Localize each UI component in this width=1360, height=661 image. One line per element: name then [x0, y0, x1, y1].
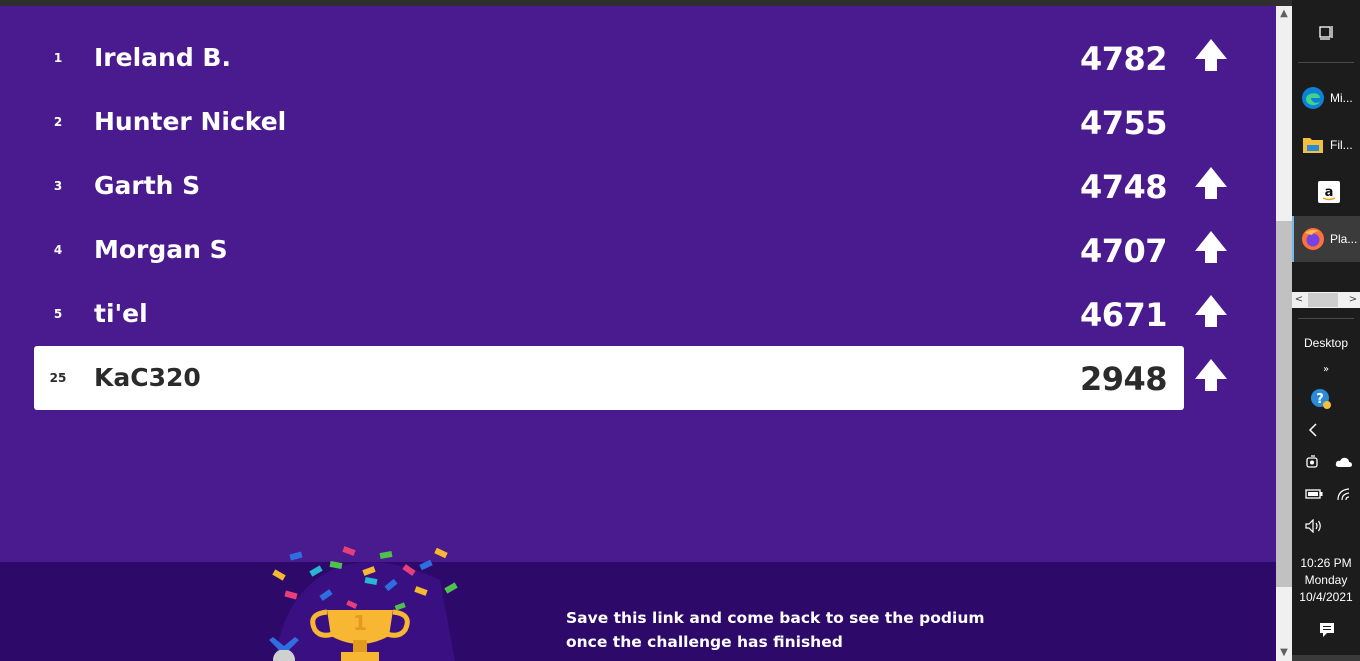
podium-message: Save this link and come back to see the …: [566, 606, 1026, 654]
rank-number: 2: [53, 115, 63, 129]
podium-message-line: once the challenge has finished: [566, 633, 843, 651]
rank-up-arrow-icon: [1194, 358, 1228, 392]
player-name: ti'el: [94, 299, 148, 328]
clock-date[interactable]: 10/4/2021: [1292, 590, 1360, 604]
quiz-leaderboard-page: 1 Ireland B. 4782 2 Hunter Nickel 4755 3…: [0, 0, 1292, 661]
rank-number: 25: [49, 371, 67, 385]
action-center-notification-icon[interactable]: [1318, 621, 1336, 639]
clock-day[interactable]: Monday: [1292, 573, 1360, 587]
player-name: Hunter Nickel: [94, 107, 287, 136]
onedrive-cloud-icon[interactable]: [1334, 454, 1354, 470]
trophy-number: 1: [353, 611, 367, 635]
svg-text:a: a: [1325, 185, 1334, 200]
scroll-down-icon[interactable]: ▼: [1276, 645, 1292, 661]
player-score: 4755: [1079, 104, 1168, 142]
scrollbar-thumb[interactable]: [1308, 293, 1338, 307]
leaderboard-list: 1 Ireland B. 4782 2 Hunter Nickel 4755 3…: [0, 26, 1276, 410]
chevron-down-icon[interactable]: »: [1320, 362, 1332, 376]
rank-up-arrow-icon: [1194, 166, 1228, 200]
leaderboard-row: 3 Garth S 4748: [34, 154, 1227, 218]
taskbar-app-file-explorer[interactable]: Fil...: [1292, 122, 1360, 168]
player-name: Garth S: [94, 171, 201, 200]
rank-number: 4: [53, 243, 63, 257]
svg-text:?: ?: [1316, 392, 1324, 407]
windows-taskbar: Mi... Fil... a Pla... < > Desktop » ? 10…: [1292, 0, 1360, 661]
wifi-icon[interactable]: [1334, 486, 1354, 502]
taskbar-app-firefox[interactable]: Pla...: [1292, 216, 1360, 262]
chevron-left-icon[interactable]: [1306, 422, 1320, 438]
player-score: 4748: [1079, 168, 1168, 206]
page-scrollbar[interactable]: ▲ ▼: [1276, 6, 1292, 661]
leaderboard-row: 5 ti'el 4671: [34, 282, 1227, 346]
clock-time[interactable]: 10:26 PM: [1292, 556, 1360, 570]
rank-up-arrow-icon: [1194, 294, 1228, 328]
taskbar-bottom-edge: [1292, 655, 1360, 661]
leaderboard-row: 2 Hunter Nickel 4755: [34, 90, 1184, 154]
leaderboard-row: 4 Morgan S 4707: [34, 218, 1227, 282]
scroll-up-icon[interactable]: ▲: [1276, 6, 1292, 22]
file-explorer-icon: [1300, 132, 1326, 158]
rank-number: 1: [53, 51, 63, 65]
scroll-right-icon[interactable]: >: [1346, 292, 1360, 308]
podium-message-line: Save this link and come back to see the …: [566, 609, 985, 627]
taskbar-app-label: Pla...: [1330, 232, 1358, 246]
rank-up-arrow-icon: [1194, 38, 1228, 72]
player-name: KaC320: [94, 363, 201, 392]
player-name: Morgan S: [94, 235, 228, 264]
volume-icon[interactable]: [1304, 518, 1324, 534]
scrollbar-thumb[interactable]: [1276, 221, 1292, 587]
player-score: 4707: [1079, 232, 1168, 270]
leaderboard-row: 1 Ireland B. 4782: [34, 26, 1227, 90]
amazon-icon: a: [1316, 179, 1342, 205]
rank-number: 5: [53, 307, 63, 321]
player-score: 4671: [1079, 296, 1168, 334]
taskbar-app-label: Mi...: [1330, 91, 1353, 105]
player-score: 2948: [1079, 360, 1168, 398]
taskbar-app-edge[interactable]: Mi...: [1292, 75, 1360, 121]
trophy-confetti-illustration: 1: [255, 540, 475, 661]
taskbar-scrollbar[interactable]: < >: [1292, 292, 1360, 308]
browser-top-edge: [0, 0, 1292, 6]
battery-icon[interactable]: [1304, 486, 1324, 502]
edge-icon: [1300, 85, 1326, 111]
firefox-icon: [1300, 226, 1326, 252]
help-icon[interactable]: ?: [1310, 388, 1332, 410]
player-name: Ireland B.: [94, 43, 231, 72]
rank-up-arrow-icon: [1194, 230, 1228, 264]
rank-number: 3: [53, 179, 63, 193]
scroll-left-icon[interactable]: <: [1292, 292, 1306, 308]
taskbar-divider: [1298, 62, 1354, 63]
task-view-icon[interactable]: [1318, 22, 1336, 42]
current-player-row: 25 KaC320 2948: [34, 346, 1227, 410]
desktop-toolbar-label[interactable]: Desktop: [1292, 336, 1360, 350]
meet-now-icon[interactable]: [1304, 454, 1322, 470]
taskbar-divider: [1298, 318, 1354, 319]
taskbar-app-label: Fil...: [1330, 138, 1353, 152]
player-score: 4782: [1079, 40, 1168, 78]
taskbar-app-amazon[interactable]: a: [1292, 169, 1360, 215]
